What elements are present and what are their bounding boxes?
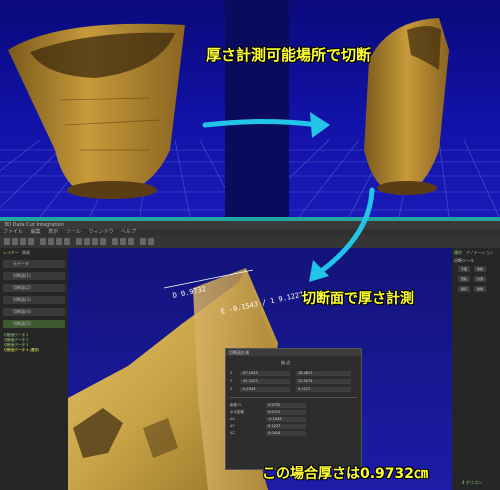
arrow-right-head xyxy=(310,112,330,138)
caption-cut-location: 厚さ計測可能場所で切断 xyxy=(206,46,372,64)
arrow-down-head xyxy=(309,260,329,282)
arrow-down-left xyxy=(317,187,375,275)
annotation-arrows xyxy=(202,112,375,282)
caption-thickness-result: この場合厚さは0.9732㎝ xyxy=(262,466,429,482)
arrow-right xyxy=(202,119,321,128)
caption-measure-on-face: 切断面で厚さ計測 xyxy=(302,291,414,307)
